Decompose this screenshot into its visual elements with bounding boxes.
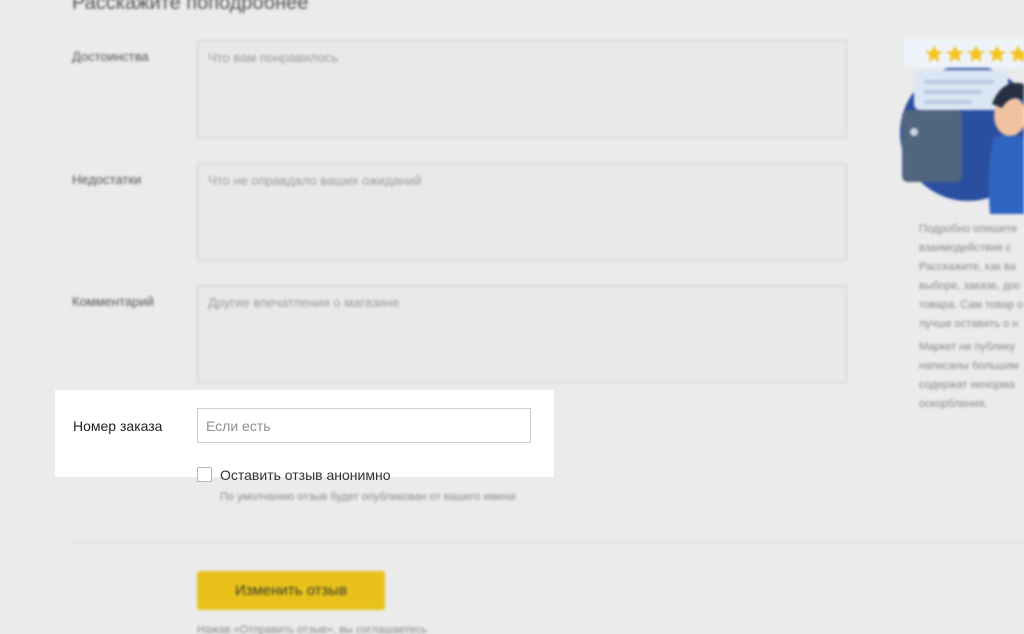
pros-textarea[interactable]: Что вам понравилось: [197, 40, 847, 138]
comment-label: Комментарий: [72, 294, 154, 309]
section-title: Расскажите поподробнее: [72, 0, 309, 14]
footer-note: Нажав «Отправить отзыв», вы соглашаетесь: [197, 624, 427, 634]
pros-label: Достоинства: [72, 49, 149, 64]
comment-textarea[interactable]: Другие впечатления о магазине: [197, 285, 847, 383]
order-number-label: Номер заказа: [73, 418, 163, 434]
reviewer-illustration: [900, 38, 1024, 214]
cons-textarea[interactable]: Что не оправдало ваших ожиданий: [197, 163, 847, 261]
cons-label: Недостатки: [72, 172, 142, 187]
submit-review-button[interactable]: Изменить отзыв: [197, 571, 385, 610]
tips-paragraph-1: Подробно опишите взаимодействия с Расска…: [919, 223, 1024, 330]
order-number-input[interactable]: [197, 408, 531, 443]
anonymous-checkbox[interactable]: [197, 467, 212, 482]
tips-paragraph-2: Маркет не публику написаны большим содер…: [919, 341, 1019, 410]
anonymous-hint: По умолчанию отзыв будет опубликован от …: [220, 491, 516, 503]
anonymous-label[interactable]: Оставить отзыв анонимно: [220, 467, 390, 483]
divider: [72, 542, 1024, 543]
